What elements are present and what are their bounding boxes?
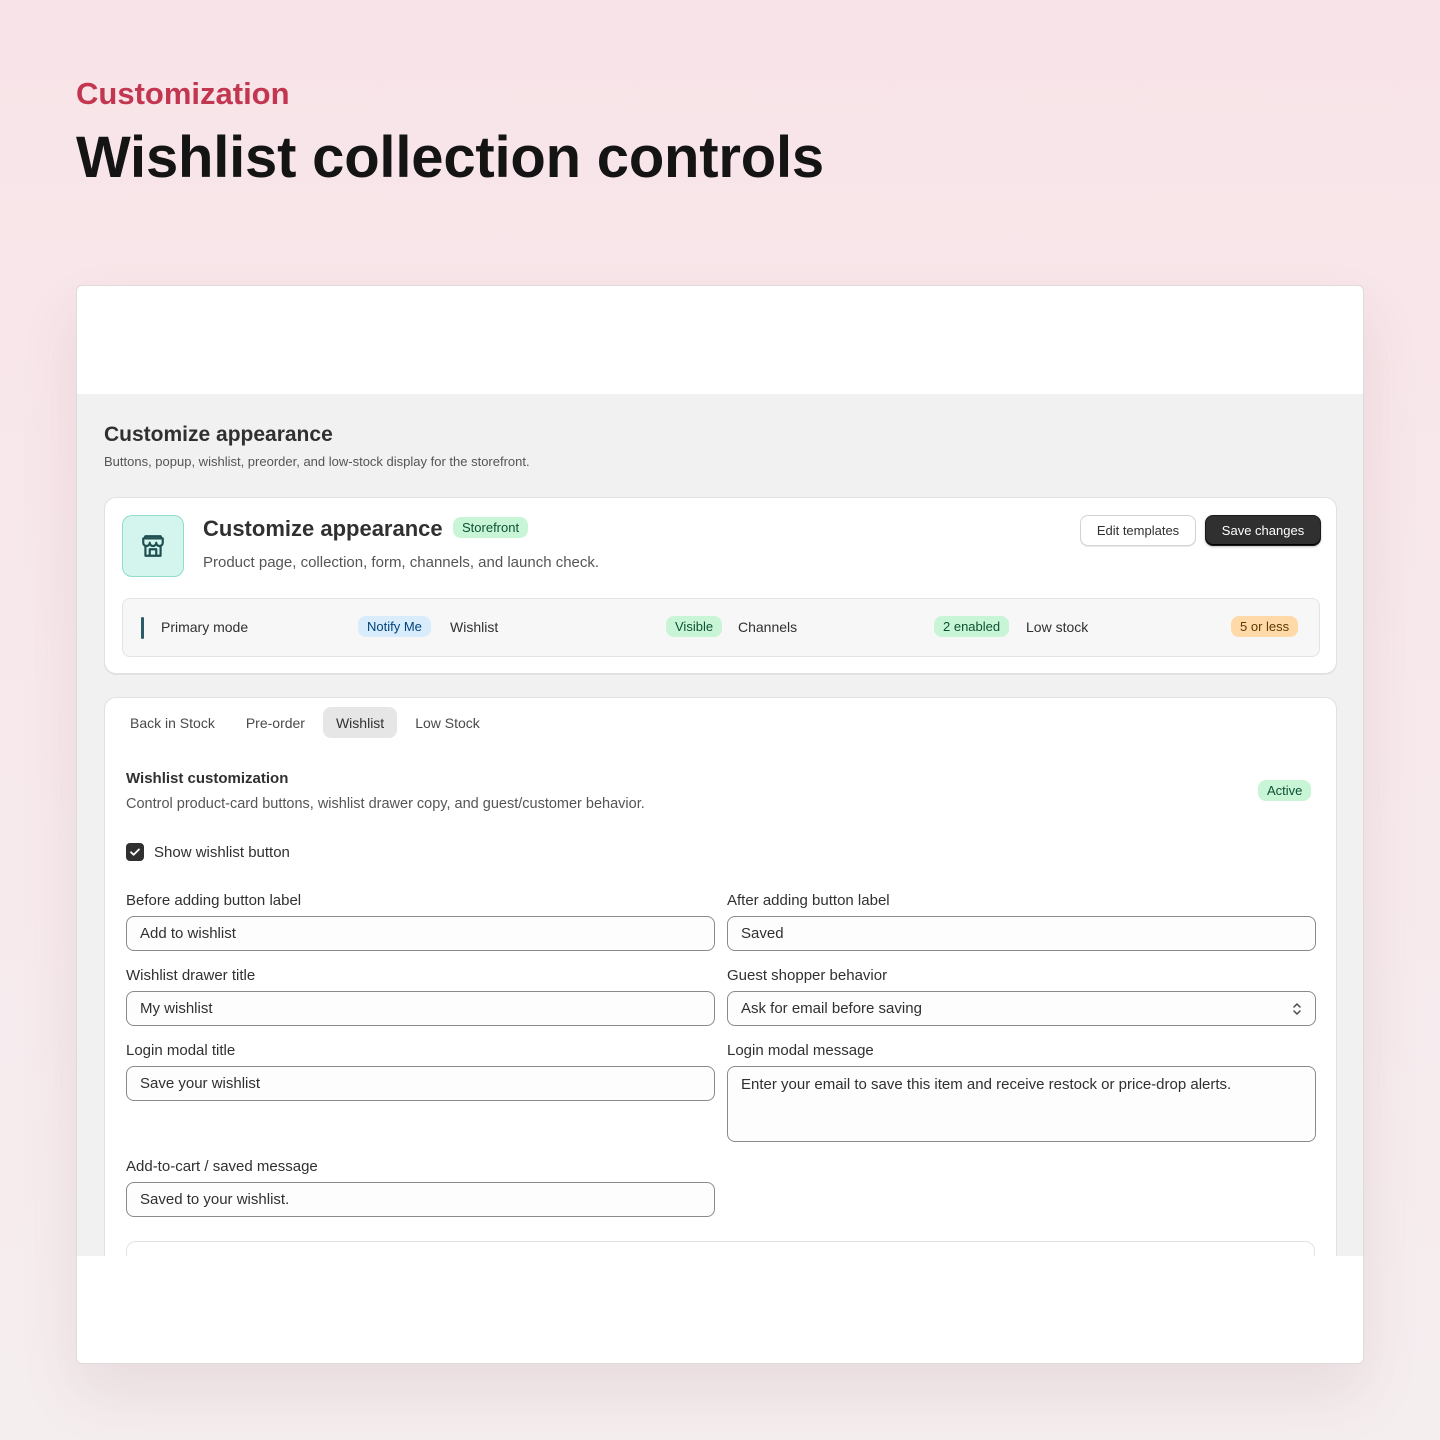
hero-eyebrow: Customization bbox=[76, 76, 290, 111]
before-label-input[interactable]: Add to wishlist bbox=[126, 916, 715, 951]
store-icon bbox=[122, 515, 184, 577]
header-description: Product page, collection, form, channels… bbox=[203, 554, 600, 571]
drawer-title-label: Wishlist drawer title bbox=[126, 967, 256, 984]
tab-pre-order[interactable]: Pre-order bbox=[233, 707, 318, 738]
header-title: Customize appearance bbox=[203, 516, 443, 541]
settings-summary: Primary mode Notify Me Wishlist Visible … bbox=[122, 598, 1320, 657]
checkmark-icon bbox=[130, 848, 140, 856]
status-badge: Active bbox=[1258, 780, 1312, 801]
page-subtitle: Buttons, popup, wishlist, preorder, and … bbox=[104, 454, 530, 469]
guest-behavior-select[interactable]: Ask for email before saving bbox=[727, 991, 1316, 1026]
after-label-input[interactable]: Saved bbox=[727, 916, 1316, 951]
select-chevron-icon bbox=[1293, 1003, 1301, 1015]
summary-badge-wishlist: Visible bbox=[666, 616, 723, 637]
guest-behavior-value: Ask for email before saving bbox=[741, 1000, 922, 1017]
show-wishlist-toggle[interactable]: Show wishlist button bbox=[126, 843, 290, 861]
after-label-label: After adding button label bbox=[727, 892, 890, 909]
tab-wishlist[interactable]: Wishlist bbox=[322, 707, 398, 738]
settings-tabs: Back in Stock Pre-order Wishlist Low Sto… bbox=[117, 707, 498, 739]
checkbox-label: Show wishlist button bbox=[154, 843, 290, 861]
storefront-badge: Storefront bbox=[453, 517, 529, 538]
login-title-input[interactable]: Save your wishlist bbox=[126, 1066, 715, 1101]
hero-headline: Wishlist collection controls bbox=[76, 125, 824, 190]
save-changes-button[interactable]: Save changes bbox=[1205, 515, 1321, 546]
app-window: Customize appearance Buttons, popup, wis… bbox=[76, 285, 1364, 1364]
preview-panel bbox=[126, 1241, 1315, 1256]
guest-behavior-label: Guest shopper behavior bbox=[727, 967, 888, 984]
edit-templates-button[interactable]: Edit templates bbox=[1080, 515, 1196, 546]
section-title: Wishlist customization bbox=[126, 770, 289, 787]
page-title: Customize appearance bbox=[104, 423, 333, 446]
login-message-label: Login modal message bbox=[727, 1042, 874, 1059]
summary-badge-low-stock: 5 or less bbox=[1231, 616, 1299, 637]
summary-label-low-stock: Low stock bbox=[1026, 619, 1089, 635]
login-message-textarea[interactable]: Enter your email to save this item and r… bbox=[727, 1066, 1316, 1142]
saved-message-input[interactable]: Saved to your wishlist. bbox=[126, 1182, 715, 1217]
before-label-label: Before adding button label bbox=[126, 892, 302, 909]
section-description: Control product-card buttons, wishlist d… bbox=[126, 796, 645, 812]
wishlist-settings-card: Back in Stock Pre-order Wishlist Low Sto… bbox=[104, 697, 1337, 1256]
saved-message-label: Add-to-cart / saved message bbox=[126, 1158, 318, 1175]
checkbox[interactable] bbox=[126, 843, 144, 861]
summary-label-primary-mode: Primary mode bbox=[161, 619, 249, 635]
summary-badge-channels: 2 enabled bbox=[934, 616, 1010, 637]
tab-back-in-stock[interactable]: Back in Stock bbox=[117, 707, 228, 738]
summary-badge-primary-mode: Notify Me bbox=[358, 616, 431, 637]
summary-accent-bar bbox=[141, 617, 144, 639]
drawer-title-input[interactable]: My wishlist bbox=[126, 991, 715, 1026]
summary-label-wishlist: Wishlist bbox=[450, 619, 499, 635]
tab-low-stock[interactable]: Low Stock bbox=[402, 707, 493, 738]
login-title-label: Login modal title bbox=[126, 1042, 236, 1059]
header-card: Customize appearance Storefront Product … bbox=[104, 497, 1337, 674]
summary-label-channels: Channels bbox=[738, 619, 798, 635]
app-content: Customize appearance Buttons, popup, wis… bbox=[77, 394, 1363, 1256]
